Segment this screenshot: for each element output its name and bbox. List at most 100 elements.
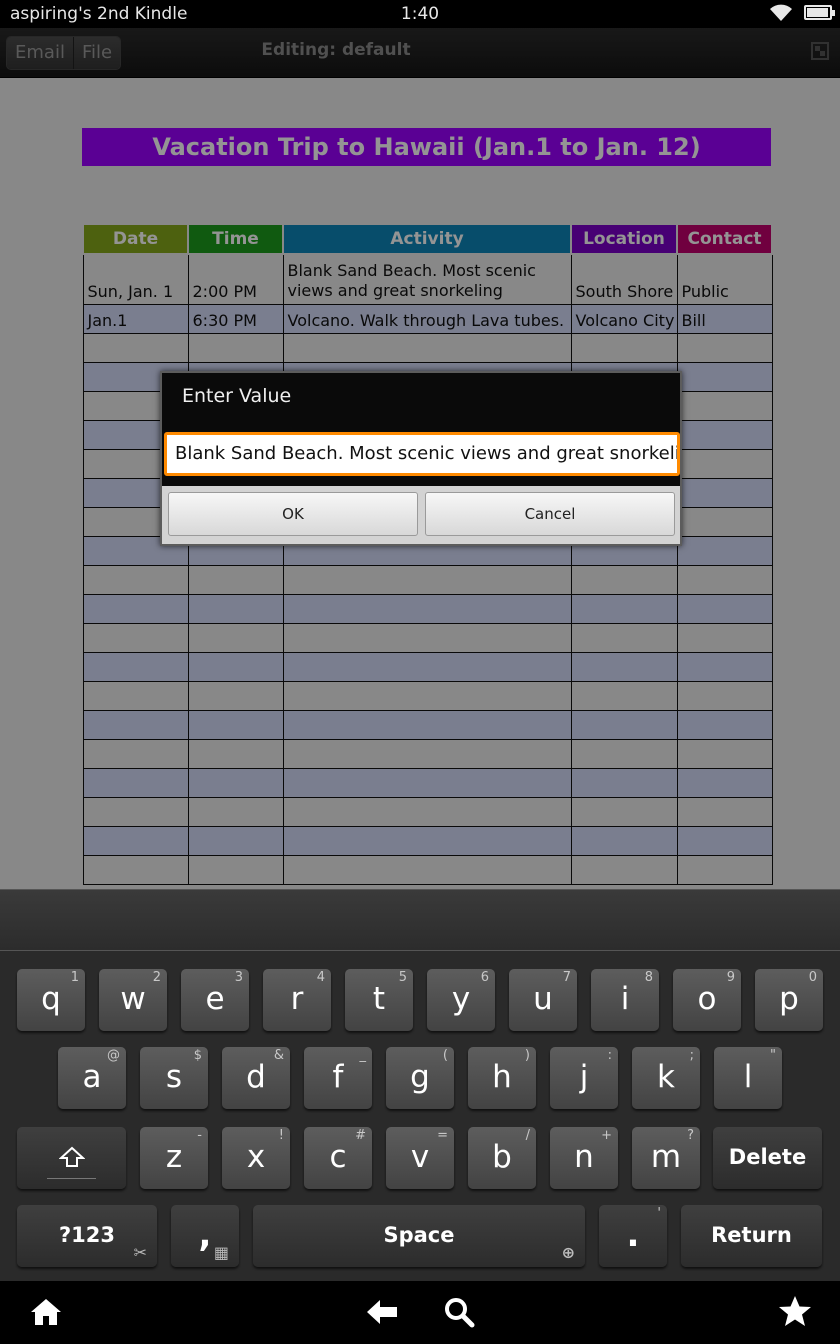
globe-icon: ⊕ (561, 1243, 575, 1262)
key-label: e (205, 981, 225, 1017)
dialog-button-bar: OK Cancel (162, 486, 680, 544)
key-label: x (246, 1139, 266, 1175)
key-secondary: 5 (398, 970, 407, 985)
key-label: g (410, 1059, 430, 1095)
key-secondary: 1 (70, 970, 79, 985)
key-label: s (165, 1059, 183, 1095)
key-secondary: ! (278, 1128, 284, 1143)
key-secondary: 8 (644, 970, 653, 985)
key-secondary: 2 (152, 970, 161, 985)
period-key[interactable]: . ' (599, 1205, 667, 1267)
key-a[interactable]: a @ (58, 1047, 126, 1109)
home-icon[interactable] (29, 1297, 63, 1327)
search-icon[interactable] (443, 1296, 475, 1328)
key-label: j (579, 1059, 589, 1095)
key-label: l (743, 1059, 753, 1095)
shift-icon (57, 1146, 86, 1167)
value-input[interactable]: Blank Sand Beach. Most scenic views and … (164, 432, 680, 476)
key-y[interactable]: y6 (427, 969, 495, 1031)
key-label: o (697, 981, 717, 1017)
key-l[interactable]: l " (714, 1047, 782, 1109)
symbols-key[interactable]: ?123 ✂ (17, 1205, 157, 1267)
key-g[interactable]: g( (386, 1047, 454, 1109)
back-arrow-icon[interactable] (365, 1297, 399, 1327)
return-key[interactable]: Return (681, 1205, 822, 1267)
key-label: a (82, 1059, 102, 1095)
period-secondary: ' (657, 1206, 661, 1221)
key-secondary: 0 (808, 970, 817, 985)
key-secondary: ; (689, 1048, 694, 1063)
star-icon[interactable] (778, 1295, 812, 1327)
space-key[interactable]: Space ⊕ (253, 1205, 585, 1267)
key-x[interactable]: x! (222, 1127, 290, 1189)
key-label: u (533, 981, 553, 1017)
scissors-icon: ✂ (133, 1243, 147, 1262)
key-o[interactable]: o9 (673, 969, 741, 1031)
key-m[interactable]: m? (632, 1127, 700, 1189)
key-p[interactable]: p0 (755, 969, 823, 1031)
key-t[interactable]: t5 (345, 969, 413, 1031)
key-label: k (657, 1059, 675, 1095)
key-j[interactable]: j: (550, 1047, 618, 1109)
key-d[interactable]: d & (222, 1047, 290, 1109)
key-label: f (332, 1059, 344, 1095)
key-c[interactable]: c # (304, 1127, 372, 1189)
space-key-label: Space (383, 1223, 455, 1247)
key-label: c (329, 1139, 347, 1175)
key-secondary: + (601, 1128, 612, 1143)
key-u[interactable]: u7 (509, 969, 577, 1031)
key-secondary: ? (687, 1128, 694, 1143)
keyboard-icon: ▦ (213, 1243, 229, 1262)
delete-key[interactable]: Delete (713, 1127, 822, 1189)
period-key-label: . (626, 1215, 640, 1255)
key-n[interactable]: n + (550, 1127, 618, 1189)
key-label: d (246, 1059, 266, 1095)
key-secondary: - (197, 1128, 202, 1143)
dialog-title: Enter Value (182, 385, 292, 407)
comma-key[interactable]: , ▦ (171, 1205, 239, 1267)
key-label: q (41, 981, 61, 1017)
key-e[interactable]: e3 (181, 969, 249, 1031)
key-secondary: @ (107, 1048, 120, 1063)
key-secondary: # (355, 1128, 366, 1143)
shift-key[interactable] (17, 1127, 126, 1189)
key-label: b (492, 1139, 512, 1175)
ok-button[interactable]: OK (168, 492, 418, 536)
key-secondary: 6 (480, 970, 489, 985)
key-i[interactable]: i8 (591, 969, 659, 1031)
key-label: t (372, 981, 386, 1017)
key-label: y (451, 981, 471, 1017)
key-r[interactable]: r4 (263, 969, 331, 1031)
wifi-icon (770, 4, 792, 21)
key-h[interactable]: h) (468, 1047, 536, 1109)
key-w[interactable]: w2 (99, 969, 167, 1031)
key-secondary: & (273, 1048, 284, 1063)
battery-icon (804, 5, 835, 20)
key-q[interactable]: q1 (17, 969, 85, 1031)
key-b[interactable]: b / (468, 1127, 536, 1189)
key-secondary: = (437, 1128, 448, 1143)
enter-value-dialog: Enter Value Blank Sand Beach. Most sceni… (160, 371, 682, 546)
key-k[interactable]: k; (632, 1047, 700, 1109)
key-label: n (574, 1139, 594, 1175)
key-z[interactable]: z- (140, 1127, 208, 1189)
key-secondary: $ (193, 1048, 202, 1063)
key-label: p (779, 981, 799, 1017)
key-f[interactable]: f _ (304, 1047, 372, 1109)
status-clock: 1:40 (400, 4, 440, 24)
cancel-button[interactable]: Cancel (425, 492, 675, 536)
status-bar: aspiring's 2nd Kindle 1:40 (0, 0, 840, 28)
key-label: w (120, 981, 146, 1017)
symbols-key-label: ?123 (58, 1223, 116, 1247)
key-secondary: 4 (316, 970, 325, 985)
keyboard-suggestion-strip (0, 889, 840, 951)
key-label: h (492, 1059, 512, 1095)
key-label: r (290, 981, 304, 1017)
key-secondary: 3 (234, 970, 243, 985)
key-v[interactable]: v = (386, 1127, 454, 1189)
key-secondary: ) (524, 1048, 530, 1063)
comma-key-label: , (198, 1215, 212, 1255)
key-s[interactable]: s $ (140, 1047, 208, 1109)
key-secondary: " (770, 1048, 776, 1063)
key-label: i (620, 981, 630, 1017)
